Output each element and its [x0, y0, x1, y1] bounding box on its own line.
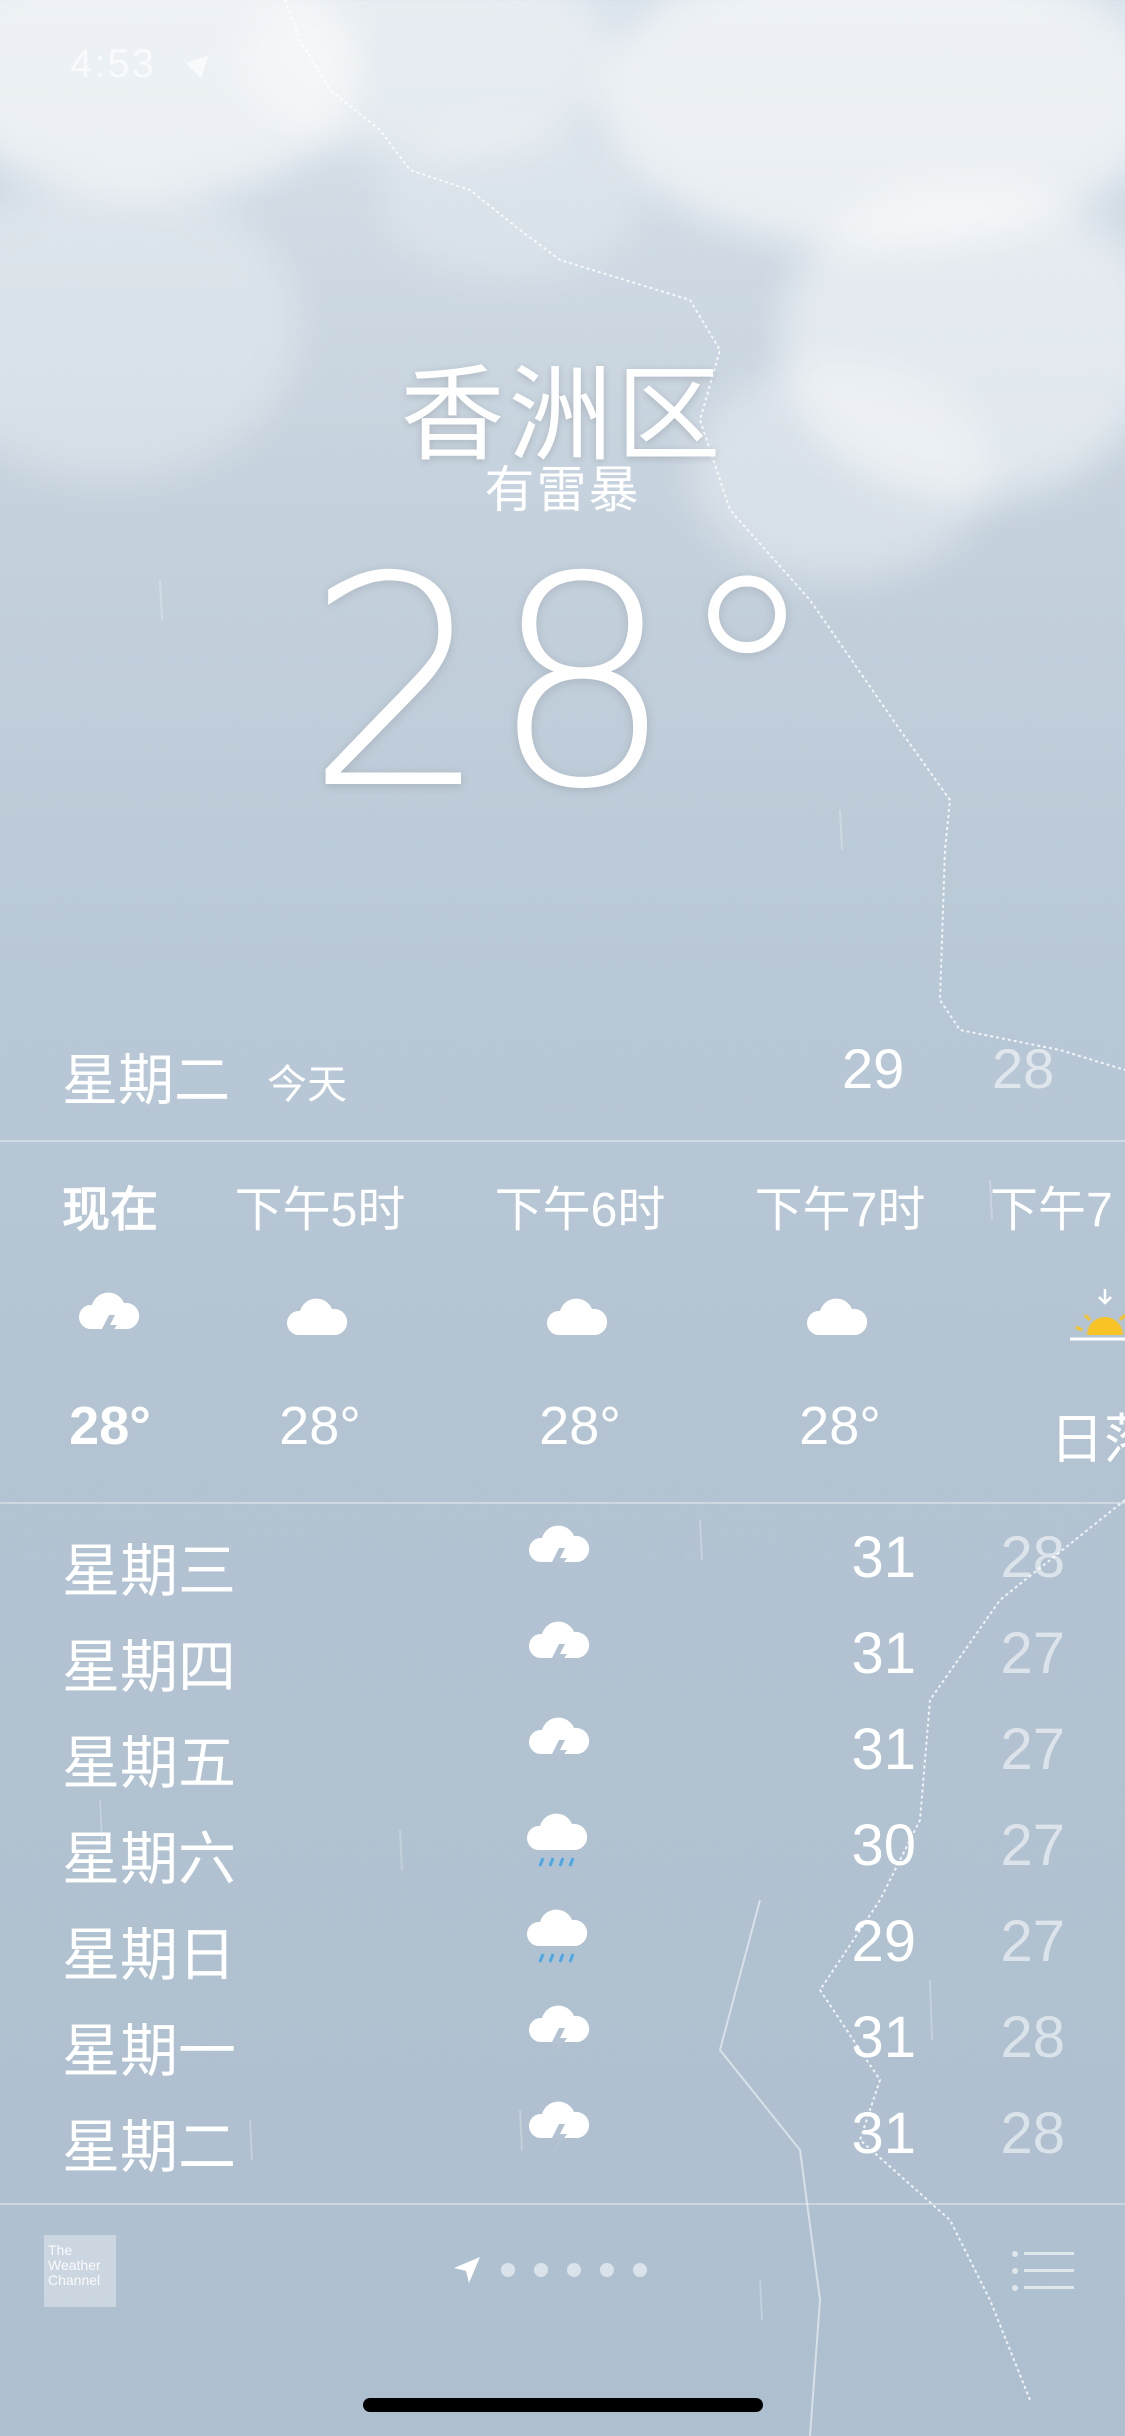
today-high: 29	[842, 1037, 905, 1100]
page-dot[interactable]	[567, 2263, 581, 2277]
thunderstorm-icon	[528, 1717, 590, 1770]
thunderstorm-icon	[528, 2005, 590, 2058]
daily-row: 星期五 31 27	[0, 1702, 1125, 1798]
page-dot[interactable]	[501, 2263, 515, 2277]
cloud-icon	[220, 1285, 420, 1365]
cloud-icon	[740, 1285, 940, 1365]
daily-row: 星期六 30 27	[0, 1798, 1125, 1894]
hour-temp: 28°	[279, 1396, 361, 1456]
day-low: 27	[1000, 1813, 1065, 1878]
hourly-item: 下午6时 28°	[480, 1145, 680, 1500]
location-services-icon	[185, 47, 217, 79]
today-low: 28	[992, 1037, 1055, 1100]
day-low: 28	[1000, 2005, 1065, 2070]
page-dot[interactable]	[534, 2263, 548, 2277]
day-name: 星期三	[62, 1539, 237, 1604]
hour-temp: 28°	[69, 1396, 151, 1456]
hourly-item: 下午7时 28°	[740, 1145, 940, 1500]
day-high: 31	[851, 2005, 916, 2070]
daily-row: 星期三 31 28	[0, 1510, 1125, 1606]
hourly-item: 下午7 日落	[990, 1145, 1125, 1500]
hourly-item: 现在 28°	[10, 1145, 210, 1500]
thunderstorm-icon	[528, 1621, 590, 1674]
day-high: 31	[851, 1525, 916, 1590]
day-name: 星期六	[62, 1827, 237, 1892]
hour-time: 现在	[61, 1184, 158, 1237]
divider	[0, 1140, 1125, 1142]
hourly-forecast-strip[interactable]: 现在 28° 下午5时 28° 下午6时 28° 下午7时 28° 下午7 日	[0, 1145, 1125, 1500]
day-high: 31	[851, 1621, 916, 1686]
sunset-icon	[990, 1285, 1125, 1365]
hour-time: 下午7	[990, 1184, 1113, 1237]
list-icon[interactable]	[1010, 2249, 1076, 2293]
footer-bar: The Weather Channel	[0, 2205, 1125, 2335]
divider	[0, 1502, 1125, 1504]
current-location-icon	[454, 2257, 480, 2283]
today-label: 今天	[267, 1063, 347, 1107]
hour-time: 下午5时	[234, 1184, 406, 1237]
hour-temp: 28°	[539, 1396, 621, 1456]
cloud-icon	[480, 1285, 680, 1365]
current-condition: 有雷暴	[484, 462, 641, 518]
thunderstorm-icon	[10, 1285, 210, 1365]
today-day-name: 星期二	[62, 1049, 230, 1112]
daily-row: 星期二 31 28	[0, 2086, 1125, 2182]
day-low: 28	[1000, 1525, 1065, 1590]
daily-row: 星期一 31 28	[0, 1990, 1125, 2086]
day-name: 星期四	[62, 1635, 237, 1700]
daily-row: 星期四 31 27	[0, 1606, 1125, 1702]
day-high: 30	[851, 1813, 916, 1878]
weather-channel-logo[interactable]: The Weather Channel	[44, 2235, 116, 2307]
day-name: 星期日	[62, 1923, 237, 1988]
daily-row: 星期日 29 27	[0, 1894, 1125, 1990]
today-summary: 星期二 今天 29 28	[62, 1030, 1125, 1112]
day-low: 28	[1000, 2101, 1065, 2166]
hour-time: 下午7时	[754, 1184, 926, 1237]
day-low: 27	[1000, 1621, 1065, 1686]
page-dot[interactable]	[600, 2263, 614, 2277]
rain-icon	[526, 1909, 588, 1963]
page-indicator[interactable]	[452, 2255, 647, 2285]
day-name: 星期一	[62, 2019, 237, 2084]
day-low: 27	[1000, 1909, 1065, 1974]
day-low: 27	[1000, 1717, 1065, 1782]
hourly-item: 下午5时 28°	[220, 1145, 420, 1500]
day-high: 29	[851, 1909, 916, 1974]
page-dot[interactable]	[633, 2263, 647, 2277]
day-high: 31	[851, 1717, 916, 1782]
day-name: 星期五	[62, 1731, 237, 1796]
hour-temp: 日落	[1050, 1410, 1125, 1470]
thunderstorm-icon	[528, 2101, 590, 2154]
day-high: 31	[851, 2101, 916, 2166]
thunderstorm-icon	[528, 1525, 590, 1578]
hour-time: 下午6时	[494, 1184, 666, 1237]
status-bar-time: 4:53	[70, 42, 156, 86]
day-name: 星期二	[62, 2115, 237, 2180]
hour-temp: 28°	[799, 1396, 881, 1456]
home-indicator[interactable]	[363, 2398, 763, 2412]
rain-icon	[526, 1813, 588, 1867]
current-temperature: 28°	[305, 516, 820, 853]
